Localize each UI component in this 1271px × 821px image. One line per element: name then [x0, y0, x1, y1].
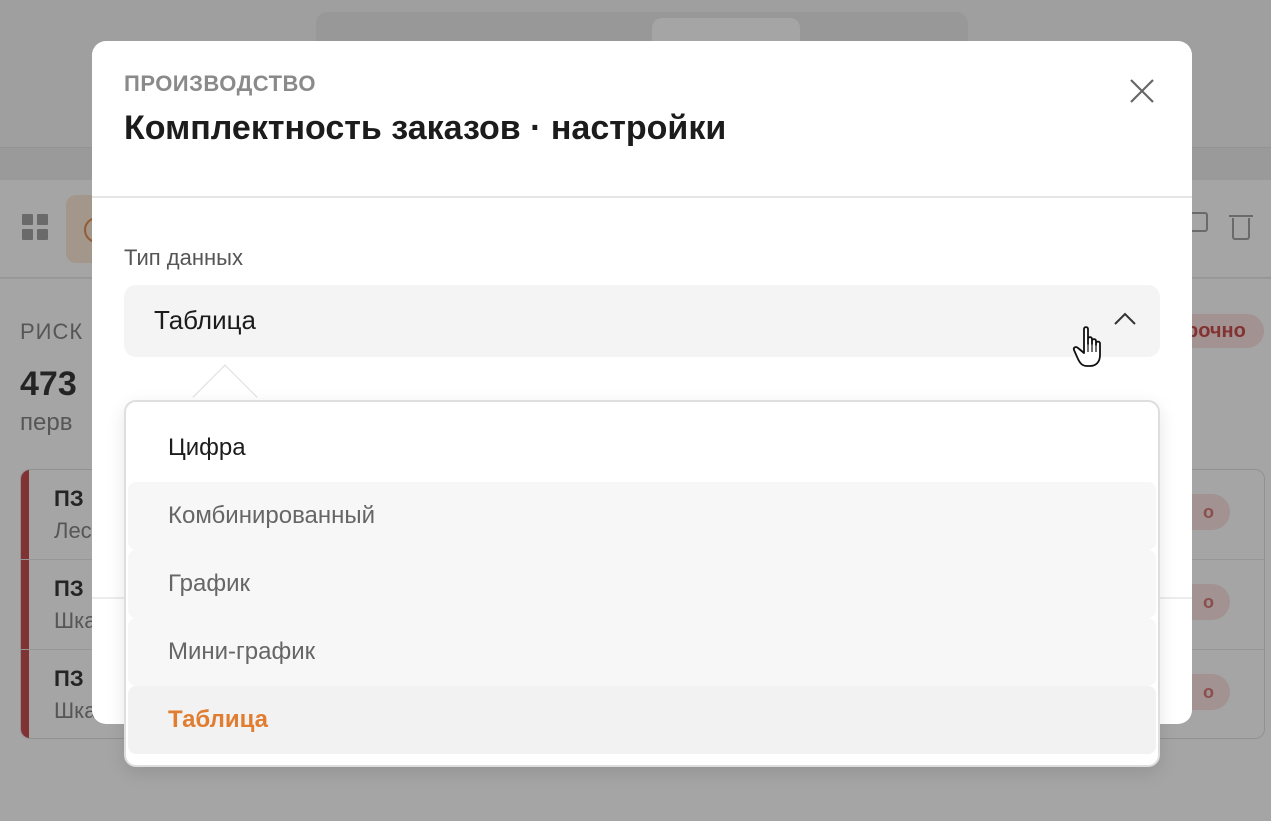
- close-icon: [1130, 79, 1154, 103]
- modal-title: Комплектность заказов · настройки: [124, 109, 727, 147]
- data-type-select[interactable]: Таблица: [124, 285, 1160, 357]
- data-type-dropdown: Цифра Комбинированный График Мини-график…: [124, 400, 1160, 767]
- option-combined[interactable]: Комбинированный: [128, 482, 1156, 550]
- option-table[interactable]: Таблица: [128, 686, 1156, 754]
- data-type-label: Тип данных: [124, 245, 243, 270]
- select-value: Таблица: [154, 305, 256, 335]
- modal-eyebrow: ПРОИЗВОДСТВО: [124, 71, 316, 96]
- option-mini-chart[interactable]: Мини-график: [128, 618, 1156, 686]
- modal-header: ПРОИЗВОДСТВО Комплектность заказов · нас…: [92, 41, 1192, 198]
- close-button[interactable]: [1125, 74, 1159, 108]
- chevron-up-icon: [1114, 312, 1136, 325]
- option-digit[interactable]: Цифра: [128, 414, 1156, 482]
- hand-cursor-icon: [1072, 326, 1101, 367]
- option-chart[interactable]: График: [128, 550, 1156, 618]
